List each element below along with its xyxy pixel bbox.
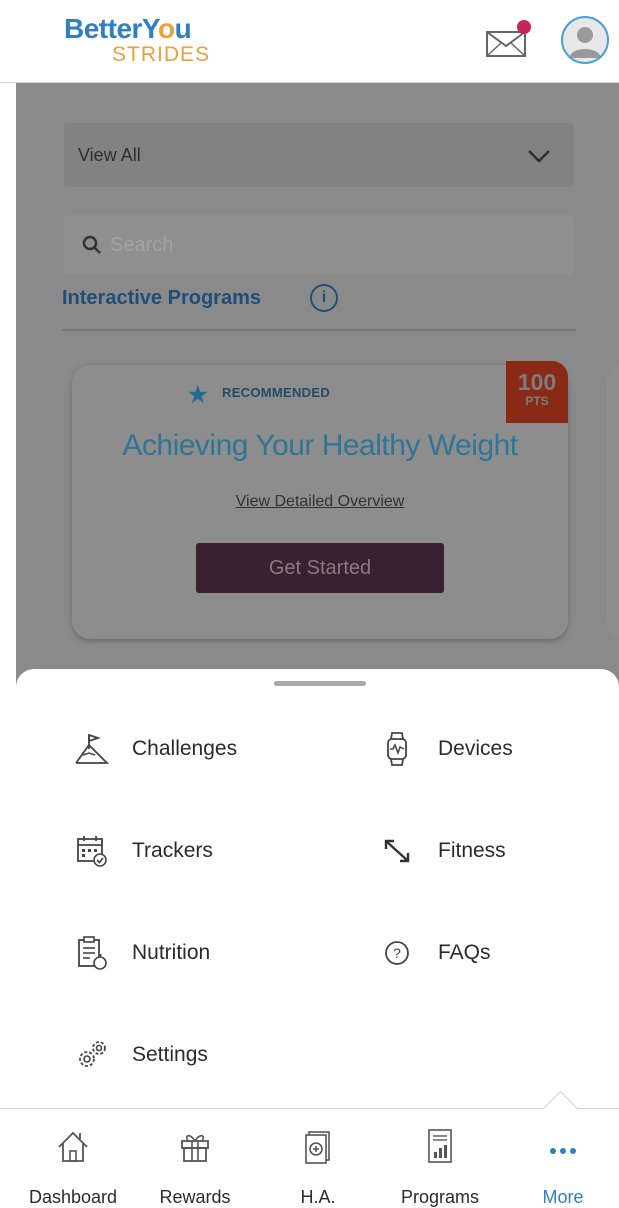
menu-item-challenges[interactable]: Challenges [74, 727, 334, 771]
logo-subtitle: STRIDES [112, 43, 211, 66]
logo-text-a: BetterY [64, 13, 159, 44]
search-icon [82, 235, 101, 254]
programs-chart-icon [428, 1129, 452, 1163]
menu-item-devices[interactable]: Devices [380, 727, 619, 771]
resize-arrows-icon [384, 839, 410, 863]
gears-icon [79, 1041, 106, 1067]
nav-more[interactable]: More [508, 1117, 618, 1207]
program-card: ★ RECOMMENDED 100 PTS Achieving Your Hea… [72, 361, 568, 639]
more-dots-icon [550, 1148, 576, 1154]
info-icon[interactable]: i [310, 284, 338, 312]
logo-wordmark: BetterYou [64, 14, 210, 44]
health-assessment-icon [305, 1131, 330, 1164]
points-unit: PTS [525, 394, 549, 408]
nav-label: More [542, 1187, 584, 1207]
app-header: BetterYou STRIDES [0, 0, 619, 83]
nav-programs[interactable]: Programs [385, 1117, 495, 1207]
nav-label: Dashboard [28, 1187, 118, 1207]
nav-health-assessment[interactable]: H.A. [263, 1117, 373, 1207]
section-title: Interactive Programs [62, 287, 261, 309]
recommended-badge: ★ RECOMMENDED [188, 382, 331, 407]
search-placeholder: Search [110, 234, 174, 256]
svg-text:?: ? [393, 945, 401, 961]
sheet-drag-handle[interactable] [274, 681, 366, 686]
mountain-flag-icon [75, 733, 110, 764]
more-menu-sheet: Challenges Devices Trackers Fitness Nutr… [16, 669, 619, 1109]
brand-logo[interactable]: BetterYou STRIDES [64, 14, 210, 66]
bottom-navigation: Dashboard Rewards H.A. Programs More [0, 1090, 619, 1207]
nav-rewards[interactable]: Rewards [140, 1117, 250, 1207]
filter-select[interactable]: View All [64, 123, 574, 187]
section-divider [62, 329, 576, 331]
nav-label: Programs [400, 1187, 480, 1207]
menu-item-fitness[interactable]: Fitness [380, 829, 619, 873]
menu-item-trackers[interactable]: Trackers [74, 829, 334, 873]
nav-label: H.A. [300, 1187, 336, 1207]
question-circle-icon: ? [385, 941, 409, 965]
menu-item-label: FAQs [438, 941, 491, 964]
menu-item-label: Trackers [132, 839, 213, 862]
filter-select-value: View All [78, 145, 141, 165]
chevron-down-icon [528, 150, 550, 163]
nav-label: Rewards [159, 1187, 231, 1207]
program-title: Achieving Your Healthy Weight [122, 429, 518, 462]
menu-item-label: Challenges [132, 737, 238, 760]
menu-item-settings[interactable]: Settings [74, 1033, 334, 1077]
menu-item-faqs[interactable]: ? FAQs [380, 931, 619, 975]
menu-item-label: Devices [438, 737, 513, 760]
view-overview-link[interactable]: View Detailed Overview [72, 493, 568, 511]
clipboard-apple-icon [78, 936, 107, 970]
notification-dot [517, 20, 531, 34]
nav-dashboard[interactable]: Dashboard [18, 1117, 128, 1207]
points-badge: 100 PTS [506, 361, 568, 423]
search-input[interactable]: Search [64, 215, 574, 275]
home-icon [58, 1131, 88, 1162]
recommended-label: RECOMMENDED [222, 385, 331, 400]
menu-item-nutrition[interactable]: Nutrition [74, 931, 334, 975]
points-value: 100 [517, 369, 557, 395]
user-icon [569, 27, 601, 58]
smartwatch-icon [387, 732, 407, 766]
star-icon: ★ [188, 382, 209, 407]
menu-item-label: Fitness [438, 839, 506, 862]
menu-item-label: Settings [132, 1043, 208, 1066]
logo-text-b: u [174, 13, 192, 44]
next-card-peek[interactable] [606, 365, 619, 639]
get-started-button[interactable]: Get Started [196, 543, 444, 593]
calendar-check-icon [77, 836, 107, 867]
logo-text-o: o [158, 13, 175, 44]
avatar[interactable] [561, 16, 609, 64]
menu-item-label: Nutrition [132, 941, 211, 964]
gift-icon [181, 1134, 209, 1162]
